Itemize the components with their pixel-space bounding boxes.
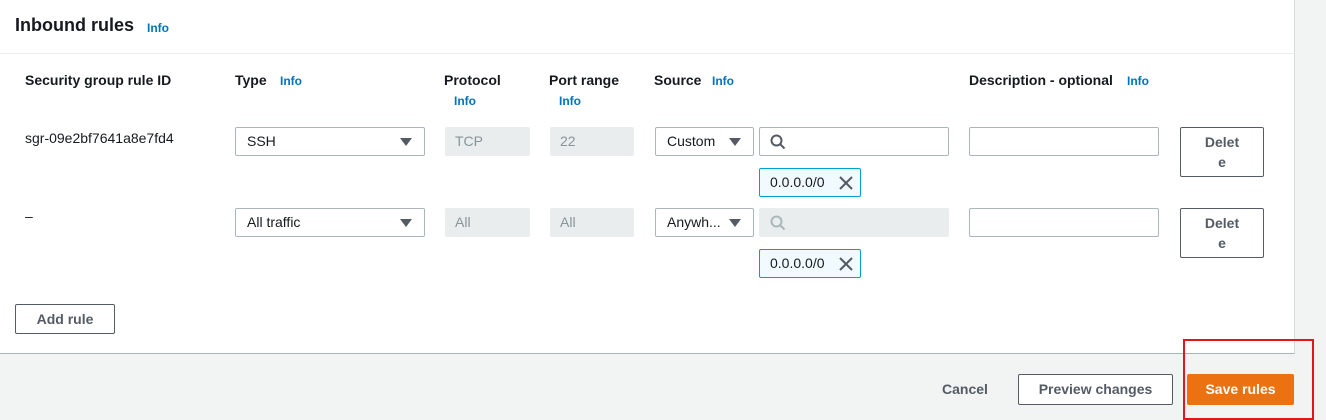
delete-label-line1: Delet xyxy=(1204,134,1240,150)
page-title: Inbound rules xyxy=(15,15,134,35)
close-icon[interactable] xyxy=(838,175,854,191)
highlight-annotation-box xyxy=(1183,339,1314,420)
source-cidr-token: 0.0.0.0/0 xyxy=(759,168,861,197)
inbound-rules-panel: Inbound rules Info Security group rule I… xyxy=(0,0,1295,354)
type-select[interactable]: All traffic xyxy=(235,208,425,237)
token-label: 0.0.0.0/0 xyxy=(770,174,825,190)
source-info-link[interactable]: Info xyxy=(712,74,734,88)
type-select[interactable]: SSH xyxy=(235,127,425,156)
protocol-info-link[interactable]: Info xyxy=(454,94,476,108)
token-label: 0.0.0.0/0 xyxy=(770,255,825,271)
cancel-button[interactable]: Cancel xyxy=(942,381,988,397)
caret-down-icon xyxy=(729,219,741,227)
add-rule-button[interactable]: Add rule xyxy=(15,304,115,334)
delete-label-line2: e xyxy=(1218,235,1226,251)
caret-down-icon xyxy=(400,138,412,146)
delete-rule-button[interactable]: Delet e xyxy=(1180,127,1264,177)
panel-header: Inbound rules Info xyxy=(0,0,1295,54)
col-header-description: Description - optional xyxy=(969,72,1113,88)
type-info-link[interactable]: Info xyxy=(280,74,302,88)
rule-id: – xyxy=(25,208,33,224)
col-header-source: Source xyxy=(654,72,702,88)
protocol-field: TCP xyxy=(445,127,530,156)
col-header-type: Type xyxy=(235,72,267,88)
port-range-field: 22 xyxy=(550,127,634,156)
protocol-field: All xyxy=(445,208,530,237)
search-icon xyxy=(770,134,786,150)
search-icon xyxy=(770,215,786,231)
preview-changes-button[interactable]: Preview changes xyxy=(1018,374,1173,405)
port-range-info-link[interactable]: Info xyxy=(559,94,581,108)
delete-rule-button[interactable]: Delet e xyxy=(1180,208,1264,258)
type-select-value: SSH xyxy=(247,133,276,149)
col-header-rule-id: Security group rule ID xyxy=(25,72,172,88)
source-cidr-token: 0.0.0.0/0 xyxy=(759,249,861,278)
delete-label-line1: Delet xyxy=(1204,215,1240,231)
description-input[interactable] xyxy=(969,127,1159,156)
title-info-link[interactable]: Info xyxy=(147,21,169,35)
source-type-select[interactable]: Custom xyxy=(655,127,754,156)
description-input[interactable] xyxy=(969,208,1159,237)
type-select-value: All traffic xyxy=(247,214,301,230)
rule-id: sgr-09e2bf7641a8e7fd4 xyxy=(25,130,174,146)
source-cidr-search[interactable] xyxy=(759,127,949,156)
source-type-value: Anywh... xyxy=(667,214,721,230)
col-header-protocol: Protocol xyxy=(444,72,501,88)
caret-down-icon xyxy=(729,138,741,146)
caret-down-icon xyxy=(400,219,412,227)
source-cidr-search xyxy=(759,208,949,237)
delete-label-line2: e xyxy=(1218,154,1226,170)
close-icon[interactable] xyxy=(838,256,854,272)
port-range-field: All xyxy=(550,208,634,237)
col-header-port-range: Port range xyxy=(549,72,620,88)
source-type-select[interactable]: Anywh... xyxy=(655,208,754,237)
description-info-link[interactable]: Info xyxy=(1127,74,1149,88)
source-type-value: Custom xyxy=(667,133,716,149)
